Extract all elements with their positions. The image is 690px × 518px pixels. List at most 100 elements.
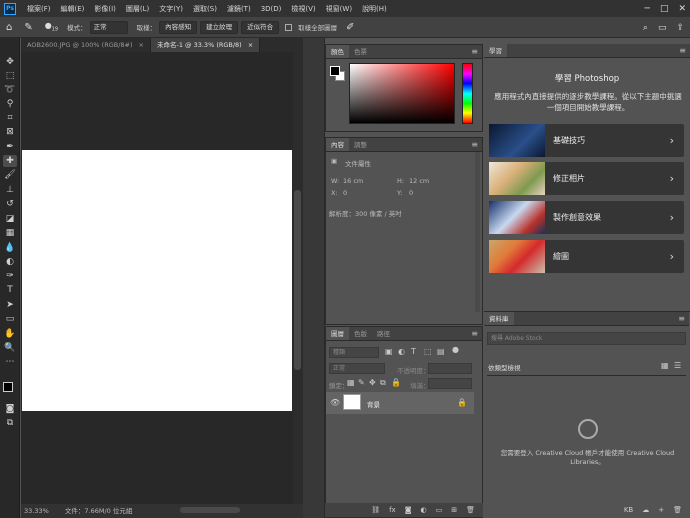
- dodge-tool-icon[interactable]: ◐: [3, 256, 17, 268]
- blur-tool-icon[interactable]: 💧: [3, 242, 17, 254]
- panel-menu-icon[interactable]: ≡: [679, 44, 686, 57]
- lock-pixels-icon[interactable]: ▦: [347, 378, 355, 387]
- home-icon[interactable]: ⌂: [6, 22, 12, 33]
- filter-shape-icon[interactable]: ⬚: [424, 347, 432, 356]
- filter-type-icon[interactable]: T: [411, 347, 416, 356]
- create-texture-button[interactable]: 建立紋理: [200, 20, 239, 34]
- menu-filter[interactable]: 濾鏡(T): [222, 4, 256, 14]
- close-tab-icon[interactable]: ×: [139, 41, 144, 49]
- menu-edit[interactable]: 編輯(E): [56, 4, 90, 14]
- file-info[interactable]: 文件：7.66M/0 位元組: [65, 507, 132, 515]
- eyedropper-tool-icon[interactable]: ✒: [3, 141, 17, 153]
- menu-help[interactable]: 說明(H): [357, 4, 392, 14]
- delete-library-icon[interactable]: 🗑: [673, 506, 682, 514]
- sample-all-checkbox[interactable]: [285, 23, 293, 31]
- x-value[interactable]: 0: [343, 189, 347, 197]
- fill-input[interactable]: [428, 378, 472, 389]
- tab-adjustments[interactable]: 調整: [349, 138, 372, 151]
- add-library-icon[interactable]: +: [658, 506, 664, 514]
- tab-channels[interactable]: 色版: [349, 327, 372, 340]
- layer-name[interactable]: 背景: [367, 399, 380, 409]
- menu-layer[interactable]: 圖層(L): [121, 4, 154, 14]
- color-field[interactable]: [349, 63, 455, 124]
- screen-mode-icon[interactable]: ⧉: [3, 417, 17, 429]
- search-icon[interactable]: ⌕: [643, 23, 648, 33]
- gradient-tool-icon[interactable]: ▦: [3, 227, 17, 239]
- menu-3d[interactable]: 3D(D): [256, 5, 287, 13]
- quick-select-tool-icon[interactable]: ⚲: [3, 98, 17, 110]
- panel-menu-icon[interactable]: ≡: [471, 327, 478, 340]
- learn-card-creative[interactable]: 製作創意效果 ›: [489, 201, 684, 234]
- tab-paths[interactable]: 路徑: [372, 327, 395, 340]
- maximize-icon[interactable]: □: [660, 4, 669, 14]
- crop-tool-icon[interactable]: ⌗: [3, 112, 17, 124]
- path-select-tool-icon[interactable]: ➤: [3, 299, 17, 311]
- layer-kind-filter[interactable]: 種類: [329, 347, 379, 358]
- menu-window[interactable]: 視窗(W): [321, 4, 357, 14]
- brush-preset-icon[interactable]: ●19: [45, 21, 58, 33]
- list-view-icon[interactable]: ☰: [674, 361, 681, 370]
- cloud-sync-icon[interactable]: ☁: [642, 506, 649, 514]
- menu-select[interactable]: 選取(S): [188, 4, 222, 14]
- new-layer-icon[interactable]: ⊞: [451, 506, 457, 514]
- properties-scrollbar[interactable]: [475, 152, 480, 312]
- group-by-type-select[interactable]: 依類型檢視: [488, 362, 521, 372]
- lock-artboard-icon[interactable]: ⧉: [380, 378, 386, 388]
- lock-position-icon[interactable]: ✥: [369, 378, 376, 387]
- y-value[interactable]: 0: [409, 189, 413, 197]
- rectangle-tool-icon[interactable]: ▭: [3, 313, 17, 325]
- w-value[interactable]: 16 cm: [343, 177, 363, 185]
- move-tool-icon[interactable]: ✥: [3, 56, 17, 68]
- doc-tab-2[interactable]: 未命名-1 @ 33.3% (RGB/8) ×: [150, 38, 261, 52]
- lasso-tool-icon[interactable]: ➰: [3, 84, 17, 96]
- mode-select[interactable]: 正常: [89, 20, 128, 34]
- document-canvas[interactable]: [22, 150, 292, 411]
- foreground-color-swatch[interactable]: [3, 382, 13, 392]
- share-icon[interactable]: ⇪: [676, 23, 684, 33]
- lock-all-icon[interactable]: 🔒: [391, 378, 401, 387]
- hue-slider[interactable]: [462, 63, 473, 124]
- more-tools-icon[interactable]: ⋯: [3, 356, 17, 368]
- vertical-scroll-thumb[interactable]: [294, 190, 301, 370]
- learn-card-painting[interactable]: 繪圖 ›: [489, 240, 684, 273]
- learn-card-fix-photo[interactable]: 修正相片 ›: [489, 162, 684, 195]
- healing-brush-icon[interactable]: ✎: [24, 22, 32, 33]
- horizontal-scroll-thumb[interactable]: [180, 507, 240, 513]
- opacity-input[interactable]: [428, 363, 472, 374]
- eraser-tool-icon[interactable]: ◪: [3, 213, 17, 225]
- tab-color[interactable]: 顏色: [326, 45, 349, 58]
- content-aware-button[interactable]: 內容感知: [159, 20, 198, 34]
- filter-pixel-icon[interactable]: ▣: [385, 347, 393, 356]
- close-tab-icon[interactable]: ×: [248, 41, 253, 49]
- tab-swatches[interactable]: 色票: [349, 45, 372, 58]
- new-group-icon[interactable]: ▭: [436, 506, 443, 514]
- link-layers-icon[interactable]: ⛓: [371, 506, 380, 514]
- menu-type[interactable]: 文字(Y): [154, 4, 188, 14]
- visibility-eye-icon[interactable]: 👁: [330, 398, 340, 407]
- learn-card-basics[interactable]: 基礎技巧 ›: [489, 124, 684, 157]
- tab-learn[interactable]: 學習: [484, 44, 507, 57]
- tab-libraries[interactable]: 資料庫: [484, 312, 514, 325]
- close-icon[interactable]: ✕: [678, 4, 686, 14]
- adjustment-layer-icon[interactable]: ◐: [421, 506, 427, 514]
- panel-menu-icon[interactable]: ≡: [471, 45, 478, 58]
- healing-brush-tool-icon[interactable]: ✚: [3, 155, 17, 167]
- panel-menu-icon[interactable]: ≡: [678, 312, 685, 325]
- lock-paint-icon[interactable]: ✎: [358, 378, 365, 387]
- grid-view-icon[interactable]: ▦: [661, 361, 669, 370]
- tab-layers[interactable]: 圖層: [326, 327, 349, 340]
- doc-tab-1[interactable]: AOB2600.JPG @ 100% (RGB/8#) ×: [21, 38, 151, 52]
- delete-layer-icon[interactable]: 🗑: [466, 506, 475, 514]
- filter-adjust-icon[interactable]: ◐: [398, 347, 405, 356]
- pen-tool-icon[interactable]: ✑: [3, 270, 17, 282]
- quick-mask-icon[interactable]: ◙: [3, 403, 17, 415]
- marquee-tool-icon[interactable]: ⬚: [3, 70, 17, 82]
- pressure-icon[interactable]: ✐: [346, 22, 354, 33]
- panel-menu-icon[interactable]: ≡: [471, 138, 478, 151]
- minimize-icon[interactable]: ─: [645, 4, 650, 14]
- library-search-input[interactable]: 搜尋 Adobe Stock: [487, 332, 686, 345]
- frame-tool-icon[interactable]: ⊠: [3, 126, 17, 138]
- clone-stamp-tool-icon[interactable]: ⊥: [3, 184, 17, 196]
- fg-color-swatch[interactable]: [330, 66, 340, 76]
- fx-icon[interactable]: fx: [389, 506, 396, 514]
